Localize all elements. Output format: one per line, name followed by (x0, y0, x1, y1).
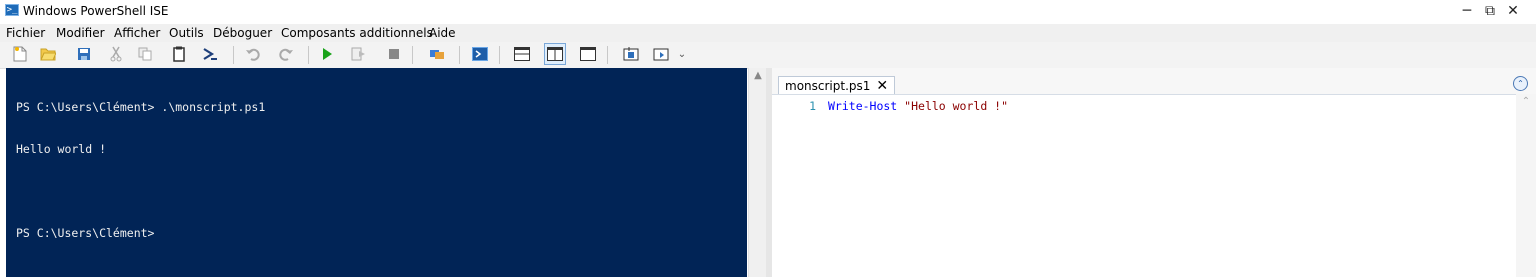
run-icon[interactable] (318, 45, 336, 63)
menu-outils[interactable]: Outils (169, 26, 204, 40)
save-icon[interactable] (75, 45, 93, 63)
toolbar-separator (499, 46, 500, 64)
toolbar: ⌄ (0, 42, 1536, 69)
toolbar-separator (308, 46, 309, 64)
cut-icon[interactable] (107, 45, 125, 63)
tab-monscript[interactable]: monscript.ps1 ✕ (778, 76, 896, 95)
scroll-up-icon[interactable]: ▲ (749, 70, 767, 81)
script-pane: monscript.ps1 ✕ ⌃ 1 Write-Host "Hello worl… (772, 68, 1536, 278)
script-tab-strip: monscript.ps1 ✕ ⌃ (772, 68, 1536, 95)
code-keyword: Write-Host (828, 99, 898, 113)
console-pane[interactable]: PS C:\Users\Clément> .\monscript.ps1 Hel… (6, 68, 747, 277)
copy-icon[interactable] (136, 45, 154, 63)
close-tab-icon[interactable]: ✕ (876, 78, 888, 94)
remote-session-icon[interactable] (428, 45, 446, 63)
run-selection-icon[interactable] (350, 45, 368, 63)
menu-bar: Fichier Modifier Afficher Outils Débogue… (0, 24, 1536, 42)
code-string: "Hello world !" (897, 99, 1009, 113)
console-line: Hello world ! (16, 142, 107, 156)
toolbar-overflow-icon[interactable]: ⌄ (677, 45, 687, 63)
undo-icon[interactable] (244, 45, 262, 63)
editor-scrollbar[interactable]: ⌃ (1516, 94, 1536, 277)
toolbar-separator (607, 46, 608, 64)
show-script-pane-maximized-icon[interactable] (579, 45, 597, 63)
paste-icon[interactable] (170, 45, 188, 63)
powershell-icon: >_ (5, 4, 19, 16)
line-number: 1 (809, 99, 816, 113)
prompt-icon[interactable] (201, 45, 219, 63)
new-script-icon[interactable] (11, 45, 29, 63)
console-line: PS C:\Users\Clément> (16, 226, 155, 240)
open-icon[interactable] (39, 45, 57, 63)
menu-deboguer[interactable]: Déboguer (213, 26, 272, 40)
console-scrollbar[interactable]: ▲ (748, 68, 767, 277)
menu-afficher[interactable]: Afficher (114, 26, 160, 40)
show-command-window-icon[interactable] (622, 45, 640, 63)
code-line: 1 Write-Host "Hello world !" (772, 99, 1008, 113)
show-script-pane-right-icon[interactable] (544, 43, 566, 65)
redo-icon[interactable] (277, 45, 295, 63)
close-button[interactable]: ✕ (1490, 0, 1536, 22)
title-bar: >_ Windows PowerShell ISE ─ ⧉ ✕ (0, 0, 1536, 22)
scroll-up-icon[interactable]: ⌃ (1516, 96, 1536, 107)
code-editor[interactable]: 1 Write-Host "Hello world !" (772, 94, 1516, 278)
stop-icon[interactable] (385, 45, 403, 63)
menu-composants-additionnels[interactable]: Composants additionnels (281, 26, 433, 40)
toolbar-separator (459, 46, 460, 64)
show-script-pane-top-icon[interactable] (513, 45, 531, 63)
console-line: PS C:\Users\Clément> .\monscript.ps1 (16, 100, 266, 114)
menu-modifier[interactable]: Modifier (56, 26, 105, 40)
tab-label: monscript.ps1 (785, 79, 871, 93)
toolbar-separator (412, 46, 413, 64)
menu-aide[interactable]: Aide (429, 26, 456, 40)
start-powershell-icon[interactable] (471, 45, 489, 63)
window-title: Windows PowerShell ISE (23, 4, 169, 18)
collapse-pane-icon[interactable]: ⌃ (1513, 76, 1528, 91)
toolbar-separator (233, 46, 234, 64)
show-command-addon-icon[interactable] (653, 45, 671, 63)
menu-fichier[interactable]: Fichier (6, 26, 45, 40)
